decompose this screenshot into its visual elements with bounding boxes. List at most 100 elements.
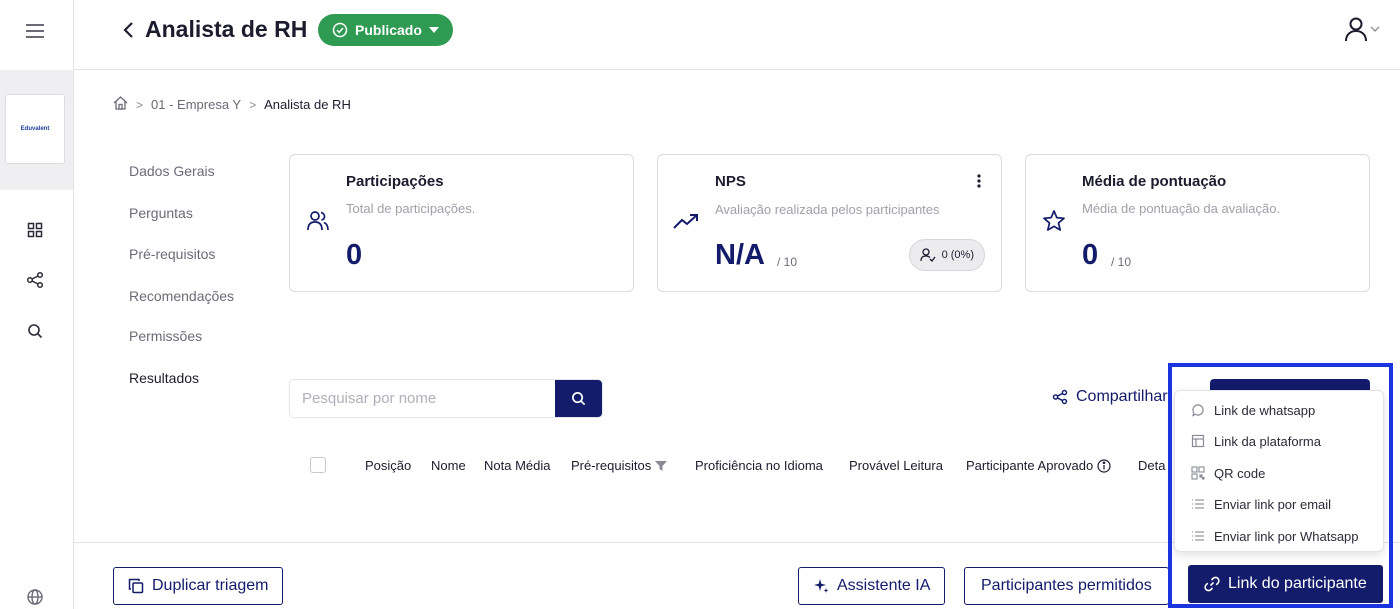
allowed-participants-button[interactable]: Participantes permitidos [964, 567, 1169, 605]
participant-link-menu: Link de whatsapp Link da plataforma QR c… [1174, 390, 1384, 552]
qr-code-icon [1191, 466, 1205, 480]
info-icon[interactable] [1097, 458, 1111, 473]
nav-item-resultados[interactable]: Resultados [129, 370, 199, 386]
share-nodes-icon[interactable] [24, 269, 46, 291]
search-icon [572, 392, 586, 406]
nav-item-dados-gerais[interactable]: Dados Gerais [129, 163, 215, 179]
menu-item-qr-code[interactable]: QR code [1191, 463, 1265, 483]
company-logo-area: Eduvalent [0, 70, 73, 190]
filter-icon[interactable] [655, 460, 668, 471]
ai-assistant-button[interactable]: Assistente IA [798, 567, 946, 605]
allowed-label: Participantes permitidos [981, 577, 1152, 594]
card-value: 0 [346, 239, 363, 271]
column-header[interactable]: Provável Leitura [849, 458, 943, 473]
average-score-card: Média de pontuação Média de pontuação da… [1025, 154, 1370, 292]
card-title: NPS [715, 173, 746, 190]
user-check-icon [919, 248, 936, 262]
select-all-checkbox[interactable] [310, 457, 326, 473]
bottom-action-bar: Duplicar triagem Assistente IA Participa… [74, 542, 1400, 609]
star-icon [1040, 207, 1068, 235]
participations-card: Participações Total de participações. 0 [289, 154, 634, 292]
search-button[interactable] [555, 380, 602, 417]
dashboard-grid-icon[interactable] [24, 219, 46, 241]
card-title: Participações [346, 173, 444, 190]
company-logo-text: Eduvalent [20, 126, 50, 132]
breadcrumb-item-current: Analista de RH [264, 97, 351, 112]
user-avatar-icon [1345, 17, 1367, 42]
breadcrumb: > 01 - Empresa Y > Analista de RH [113, 96, 351, 113]
link-label: Link do participante [1228, 575, 1367, 592]
column-header-label: Pré-requisitos [571, 458, 652, 473]
assistant-label: Assistente IA [837, 577, 931, 594]
menu-item-label: QR code [1214, 465, 1266, 481]
link-icon [1204, 576, 1220, 592]
status-label: Publicado [355, 22, 422, 38]
column-header[interactable]: Proficiência no Idioma [695, 458, 823, 473]
sparkle-icon [814, 579, 829, 593]
whatsapp-icon [1191, 403, 1205, 417]
results-table-header: Posição Nome Nota Média Pré-requisitos P… [310, 456, 1180, 476]
list-icon [1191, 529, 1205, 543]
menu-item-label: Link de whatsapp [1214, 402, 1316, 418]
menu-item-label: Link da plataforma [1214, 433, 1321, 449]
back-arrow-icon[interactable] [116, 18, 140, 42]
nav-item-perguntas[interactable]: Perguntas [129, 205, 193, 221]
card-subtitle: Avaliação realizada pelos participantes [715, 202, 940, 217]
nav-item-permissoes[interactable]: Permissões [129, 328, 202, 344]
share-nodes-icon [1052, 389, 1068, 405]
language-globe-icon[interactable] [26, 588, 44, 606]
layout-icon [1191, 434, 1205, 448]
menu-item-whatsapp-link[interactable]: Link de whatsapp [1191, 400, 1315, 420]
user-menu[interactable] [1344, 16, 1380, 42]
nps-badge-value: 0 (0%) [941, 249, 974, 261]
card-scale: / 10 [1111, 255, 1132, 269]
share-label: Compartilhar [1076, 388, 1168, 405]
card-subtitle: Total de participações. [346, 201, 476, 216]
column-header-prerequisites[interactable]: Pré-requisitos [571, 458, 668, 473]
share-button[interactable]: Compartilhar [1052, 388, 1168, 406]
column-header-label: Participante Aprovado [966, 458, 1094, 473]
menu-item-whatsapp-send[interactable]: Enviar link por Whatsapp [1191, 526, 1359, 546]
company-logo[interactable]: Eduvalent [5, 94, 65, 164]
column-header[interactable]: Deta [1138, 458, 1165, 473]
column-header[interactable]: Nota Média [484, 458, 550, 473]
trending-up-icon [672, 207, 700, 235]
card-value: 0 [1082, 239, 1099, 271]
hamburger-menu-icon[interactable] [24, 20, 46, 42]
card-subtitle: Média de pontuação da avaliação. [1082, 201, 1281, 216]
search-bar [289, 379, 603, 418]
menu-item-email-link[interactable]: Enviar link por email [1191, 494, 1331, 514]
menu-item-label: Enviar link por Whatsapp [1214, 528, 1359, 544]
duplicate-label: Duplicar triagem [152, 577, 269, 594]
menu-item-platform-link[interactable]: Link da plataforma [1191, 431, 1321, 451]
status-dropdown-button[interactable]: Publicado [318, 14, 453, 46]
nav-item-pre-requisitos[interactable]: Pré-requisitos [129, 246, 215, 262]
column-header-approved[interactable]: Participante Aprovado [966, 458, 1111, 473]
breadcrumb-separator: > [249, 97, 257, 112]
column-header[interactable]: Nome [431, 458, 466, 473]
duplicate-screening-button[interactable]: Duplicar triagem [113, 567, 284, 605]
check-circle-icon [332, 22, 348, 38]
card-value: N/A [715, 239, 765, 271]
page-title: Analista de RH [145, 16, 308, 42]
search-input[interactable] [290, 380, 555, 417]
breadcrumb-item-company[interactable]: 01 - Empresa Y [151, 97, 241, 112]
nps-responses-badge: 0 (0%) [908, 239, 985, 271]
copy-icon [128, 578, 144, 594]
nps-card: NPS Avaliação realizada pelos participan… [657, 154, 1002, 292]
participant-link-button[interactable]: Link do participante [1188, 565, 1383, 603]
users-icon [304, 207, 332, 235]
home-icon[interactable] [113, 96, 128, 113]
caret-down-icon [428, 27, 439, 33]
card-scale: / 10 [777, 255, 798, 269]
card-title: Média de pontuação [1082, 173, 1227, 190]
menu-item-label: Enviar link por email [1214, 496, 1332, 512]
more-options-icon[interactable] [973, 171, 985, 191]
column-header[interactable]: Posição [365, 458, 411, 473]
left-rail: Eduvalent [0, 0, 74, 609]
search-icon[interactable] [24, 320, 46, 342]
list-icon [1191, 497, 1205, 511]
top-bar: Analista de RH Publicado [74, 0, 1400, 70]
nav-item-recomendacoes[interactable]: Recomendações [129, 288, 234, 304]
chevron-down-icon [1370, 26, 1380, 32]
